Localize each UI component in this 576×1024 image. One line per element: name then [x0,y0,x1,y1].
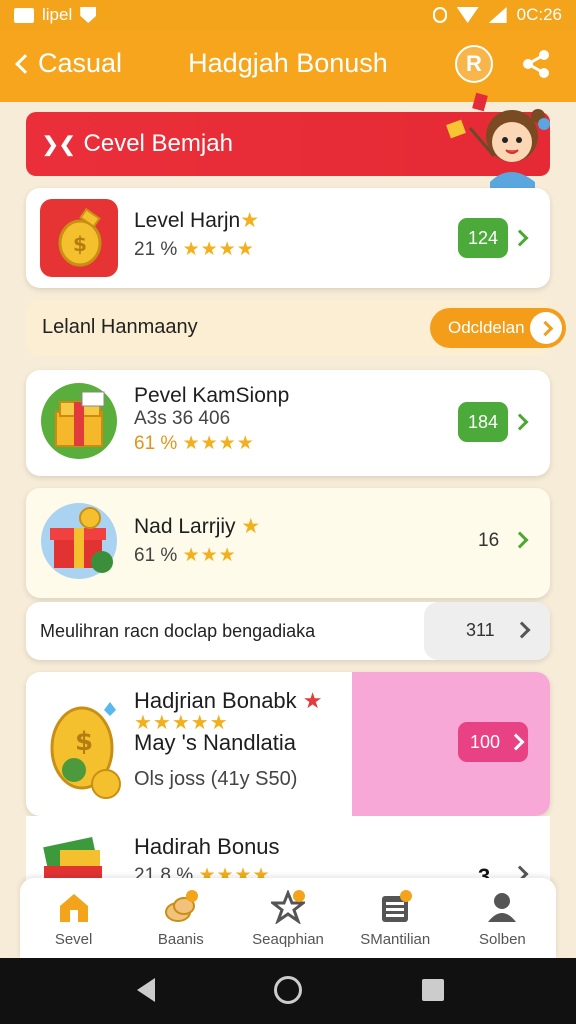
home-icon [59,894,88,922]
nav-item-star[interactable]: Seaqphian [234,878,341,958]
card-value: 16 [478,530,500,551]
system-home-icon[interactable] [274,976,302,1004]
gold-egg-icon: $ [50,702,121,799]
back-button[interactable]: Casual [12,48,122,79]
rating-stars: ★★★ [182,545,237,566]
svg-text:$: $ [75,727,93,757]
chevron-left-icon [15,53,35,74]
promo-button[interactable]: Odcldelan [430,308,566,348]
card-title: Level Harjn [134,209,241,232]
alarm-icon [432,7,447,23]
card-subtitle: A3s 36 406 [134,408,231,429]
status-app-label: lipel [42,5,73,24]
banner-chip: ❯❮ [42,133,76,156]
back-label: Casual [38,48,123,78]
coin-bag-icon: $ [40,199,118,277]
nav-label: Solben [479,931,526,948]
rating-percent: 61 % [134,433,178,454]
star-icon: ★ [240,209,261,232]
card-title: Hadirah Bonus [134,834,280,859]
nav-label: Baanis [157,931,204,948]
chevron-right-icon[interactable] [511,229,529,247]
promo-button-label: Odcldelan [448,318,525,337]
mascot-illustration [446,92,550,192]
status-bar: lipel 0C:26 [0,0,576,30]
chevron-right-icon[interactable] [511,413,529,431]
bonus-card-level[interactable]: $ Level Harjn★ 21 % ★★★★ 124 [26,188,550,288]
present-icon [41,503,117,579]
info-row[interactable]: Meulihran racn doclap bengadiaka 311 [26,602,550,660]
shield-icon [80,7,97,23]
reward-badge[interactable]: 124 [458,218,508,258]
rating-percent: 21 % [134,239,178,260]
bonus-card-gift[interactable]: Pevel KamSionp A3s 36 406 61 % ★★★★ 184 [26,370,550,476]
arrow-right-icon [530,312,562,344]
list-icon [382,890,413,922]
nav-item-profile[interactable]: Solben [449,878,556,958]
card-title: Nad Larrjiy [134,515,236,538]
bottom-navigation: Sevel Baanis Seaqphian SMantilian Solben [20,878,556,958]
profile-icon [488,893,517,922]
nav-item-coins[interactable]: Baanis [127,878,234,958]
rating-percent: 61 % [134,545,178,566]
nav-item-home[interactable]: Sevel [20,878,127,958]
row-value-box: 311 [424,602,550,660]
nav-label: Sevel [54,931,93,948]
chevron-right-icon[interactable] [511,531,529,549]
page-title: Hadgjah Bonush [188,48,388,78]
row-value: 311 [466,620,495,640]
chevron-right-icon[interactable] [513,621,531,639]
share-icon[interactable] [520,48,552,80]
card-title: Pevel KamSionp [134,384,290,407]
row-text: Meulihran racn doclap bengadiaka [40,621,316,641]
card-detail: Ols joss (41y S50) [134,768,298,790]
star-icon [271,890,305,924]
rating-stars: ★★★★ [182,239,255,260]
system-back-icon[interactable] [137,978,155,1002]
svg-text:$: $ [73,232,87,256]
nav-label: SMantilian [360,931,431,948]
system-recents-icon[interactable] [422,979,444,1001]
rating-stars: ★★★★ [182,433,255,454]
star-icon: ★ [302,688,323,713]
banner-title: Cevel Bemjah [83,130,233,157]
system-navigation-bar [0,958,576,1024]
help-button[interactable]: R [455,45,493,83]
coins-icon [164,890,198,922]
signal-icon [488,7,507,23]
nav-label: Seaqphian [252,931,324,948]
status-time: 0C:26 [516,5,562,24]
bonus-card-present[interactable]: Nad Larrjiy ★ 61 % ★★★ 16 [26,488,550,598]
notification-icon [14,7,34,23]
reward-badge[interactable]: 184 [458,402,508,442]
bonus-card-partial[interactable]: Hadirah Bonus 21.8 % ★★★★ 3 [26,816,550,886]
gift-box-icon [41,383,117,459]
star-icon: ★ [241,515,262,538]
promo-text: Lelanl Hanmaany [42,316,198,338]
bonus-card-featured[interactable]: $ Hadjrian Bonabk ★ ★★★★★ May 's Nandlat… [26,672,550,816]
nav-item-list[interactable]: SMantilian [342,878,449,958]
wifi-icon [456,7,479,23]
card-subtitle: May 's Nandlatia [134,730,296,755]
promo-row: Lelanl Hanmaany Odcldelan [26,300,566,356]
